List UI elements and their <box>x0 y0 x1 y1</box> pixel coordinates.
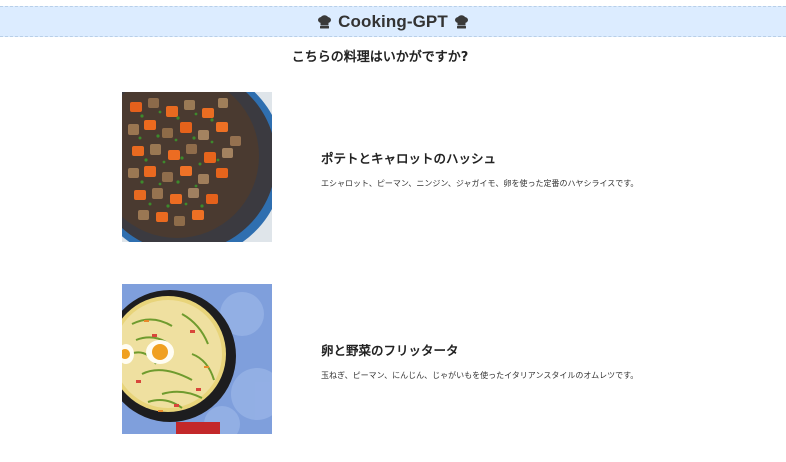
recipe-card[interactable]: 卵と野菜のフリッタータ 玉ねぎ、ピーマン、にんじん、じゃがいもを使ったイタリアン… <box>122 284 682 434</box>
recipe-description: エシャロット、ピーマン、ニンジン、ジャガイモ、卵を使った定番のハヤシライスです。 <box>321 179 639 188</box>
chef-hat-icon <box>454 14 468 28</box>
app-header: Cooking-GPT <box>0 6 786 37</box>
recipe-title[interactable]: 卵と野菜のフリッタータ <box>321 340 459 359</box>
recipe-image[interactable] <box>122 92 272 242</box>
recipe-description: 玉ねぎ、ピーマン、にんじん、じゃがいもを使ったイタリアンスタイルのオムレツです。 <box>321 371 639 380</box>
recipe-card[interactable]: ポテトとキャロットのハッシュ エシャロット、ピーマン、ニンジン、ジャガイモ、卵を… <box>122 92 682 242</box>
app-title: Cooking-GPT <box>338 11 448 31</box>
recipe-image[interactable] <box>122 284 272 434</box>
egg-vegetable-frittata-photo <box>122 284 272 434</box>
recipe-title[interactable]: ポテトとキャロットのハッシュ <box>321 148 496 167</box>
potato-carrot-hash-photo <box>122 92 272 242</box>
suggestion-prompt: こちらの料理はいかがですか? <box>291 50 469 65</box>
chef-hat-icon <box>318 14 332 28</box>
